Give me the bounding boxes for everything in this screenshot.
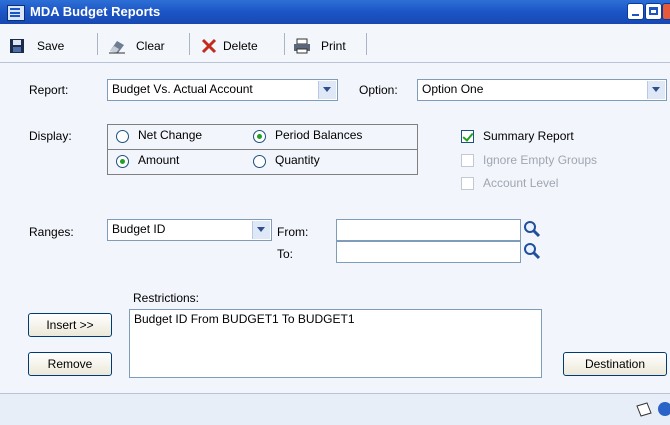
period-balances-radio[interactable] [253, 130, 266, 143]
status-bar [0, 393, 670, 425]
save-button[interactable]: Save [9, 36, 64, 56]
report-dropdown[interactable]: Budget Vs. Actual Account [107, 79, 338, 101]
toolbar-separator [97, 33, 98, 55]
to-label: To: [277, 247, 294, 261]
option-label: Option: [359, 83, 398, 97]
ranges-label: Ranges: [29, 225, 74, 239]
window-title: MDA Budget Reports [30, 4, 161, 19]
from-label: From: [277, 225, 309, 239]
printer-icon [293, 38, 310, 54]
save-icon [9, 38, 25, 54]
amount-label: Amount [138, 153, 180, 167]
chevron-down-icon [318, 81, 336, 99]
summary-report-checkbox[interactable] [461, 130, 474, 143]
maximize-button[interactable] [645, 3, 662, 20]
chevron-down-icon [647, 81, 665, 99]
minimize-button[interactable] [627, 3, 644, 20]
restrictions-list[interactable]: Budget ID From BUDGET1 To BUDGET1 [129, 309, 542, 378]
range-to-input[interactable] [336, 241, 521, 263]
insert-button[interactable]: Insert >> [28, 313, 112, 337]
note-icon[interactable] [635, 402, 653, 421]
toolbar-separator [284, 33, 285, 55]
period-balances-label: Period Balances [275, 128, 363, 142]
net-change-radio[interactable] [116, 130, 129, 143]
lookup-magnifier-icon[interactable] [523, 242, 541, 260]
report-dropdown-value: Budget Vs. Actual Account [112, 82, 253, 96]
print-button[interactable]: Print [293, 36, 346, 56]
chevron-down-icon [252, 221, 270, 239]
lookup-magnifier-icon[interactable] [523, 220, 541, 238]
remove-button[interactable]: Remove [28, 352, 112, 376]
display-label: Display: [29, 129, 72, 143]
range-from-input[interactable] [336, 219, 521, 241]
toolbar-separator [189, 33, 190, 55]
restriction-item[interactable]: Budget ID From BUDGET1 To BUDGET1 [134, 312, 355, 326]
ignore-empty-groups-label: Ignore Empty Groups [483, 153, 598, 167]
close-button[interactable] [662, 3, 670, 20]
delete-x-icon [201, 38, 217, 54]
title-bar: MDA Budget Reports [0, 0, 670, 24]
eraser-icon [108, 38, 125, 54]
quantity-radio[interactable] [253, 155, 266, 168]
ranges-dropdown[interactable]: Budget ID [107, 219, 272, 241]
window-app-icon [7, 5, 25, 21]
destination-button[interactable]: Destination [563, 352, 667, 376]
option-dropdown-value: Option One [422, 82, 484, 96]
restrictions-label: Restrictions: [133, 291, 200, 305]
ranges-dropdown-value: Budget ID [112, 222, 166, 236]
toolbar-separator [366, 33, 367, 55]
toolbar: Save Clear Delete Print [0, 24, 670, 63]
ignore-empty-groups-checkbox[interactable] [461, 154, 474, 167]
report-label: Report: [29, 83, 69, 97]
net-change-label: Net Change [138, 128, 203, 142]
help-icon[interactable] [657, 401, 670, 420]
option-dropdown[interactable]: Option One [417, 79, 667, 101]
summary-report-label: Summary Report [483, 129, 574, 143]
account-level-label: Account Level [483, 176, 559, 190]
delete-button[interactable]: Delete [201, 36, 258, 56]
mda-budget-reports-window: MDA Budget Reports Save Clear Delete Pri… [0, 0, 670, 425]
account-level-checkbox[interactable] [461, 177, 474, 190]
quantity-label: Quantity [275, 153, 320, 167]
amount-radio[interactable] [116, 155, 129, 168]
clear-button[interactable]: Clear [108, 36, 165, 56]
